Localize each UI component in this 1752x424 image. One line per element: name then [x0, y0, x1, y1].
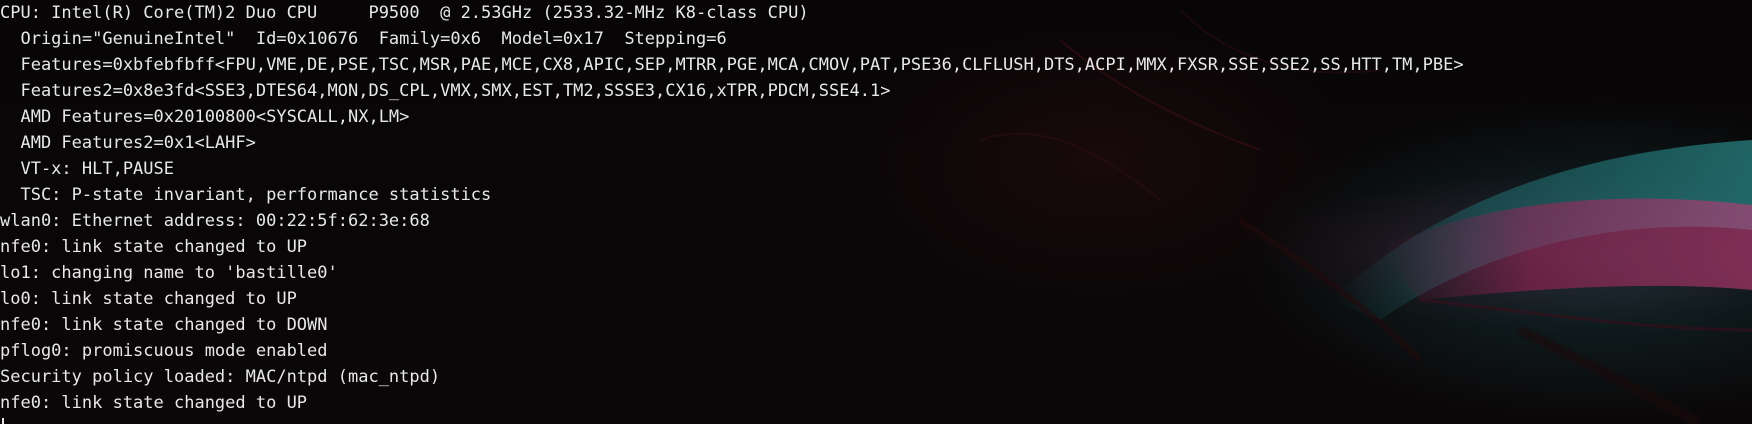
log-line-cpu: CPU: Intel(R) Core(TM)2 Duo CPU P9500 @ …: [0, 3, 809, 23]
log-line-features: Features=0xbfebfbff<FPU,VME,DE,PSE,TSC,M…: [0, 55, 1464, 75]
log-line-tsc: TSC: P-state invariant, performance stat…: [0, 185, 492, 205]
log-line-nfe0-up-2: nfe0: link state changed to UP: [0, 393, 308, 413]
prompt-line[interactable]: [0, 416, 1464, 424]
log-line-wlan0: wlan0: Ethernet address: 00:22:5f:62:3e:…: [0, 211, 430, 231]
boot-log[interactable]: CPU: Intel(R) Core(TM)2 Duo CPU P9500 @ …: [0, 0, 1464, 424]
log-line-features2: Features2=0x8e3fd<SSE3,DTES64,MON,DS_CPL…: [0, 81, 891, 101]
log-line-pflog0: pflog0: promiscuous mode enabled: [0, 341, 328, 361]
log-line-nfe0-up: nfe0: link state changed to UP: [0, 237, 308, 257]
terminal-window[interactable]: CPU: Intel(R) Core(TM)2 Duo CPU P9500 @ …: [0, 0, 1752, 424]
log-line-lo1-rename: lo1: changing name to 'bastille0': [0, 263, 338, 283]
log-line-nfe0-down: nfe0: link state changed to DOWN: [0, 315, 328, 335]
log-line-amd-features: AMD Features=0x20100800<SYSCALL,NX,LM>: [0, 107, 410, 127]
text-cursor: [2, 418, 4, 424]
log-line-origin: Origin="GenuineIntel" Id=0x10676 Family=…: [0, 29, 727, 49]
log-line-vtx: VT-x: HLT,PAUSE: [0, 159, 174, 179]
log-line-lo0-up: lo0: link state changed to UP: [0, 289, 297, 309]
log-line-amd-features2: AMD Features2=0x1<LAHF>: [0, 133, 256, 153]
log-line-security-policy: Security policy loaded: MAC/ntpd (mac_nt…: [0, 367, 441, 387]
